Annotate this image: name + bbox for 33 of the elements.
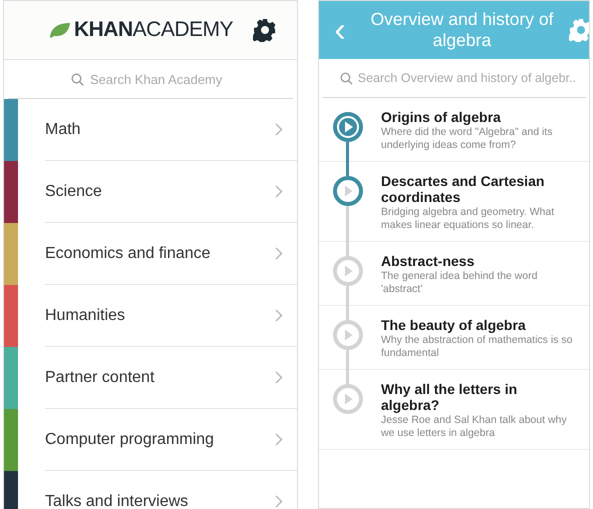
subject-item[interactable]: Computer programming [45,409,297,471]
search-field[interactable]: Search Khan Academy [90,72,230,86]
video-title[interactable]: Descartes and Cartesian coordinates [381,173,573,205]
topic-title: Overview and history of algebra [370,9,554,51]
search-icon [71,72,84,86]
chevron-right-icon [275,185,283,198]
chevron-right-icon [275,247,283,260]
subject-item[interactable]: Talks and interviews [45,471,297,509]
chevron-right-icon [275,309,283,322]
video-description: Why the abstraction of mathematics is so fundamental [381,334,573,360]
video-title[interactable]: Origins of algebra [381,109,573,125]
video-title[interactable]: Why all the letters in algebra? [381,381,573,413]
chevron-right-icon [275,495,283,508]
video-title[interactable]: The beauty of algebra [381,317,573,333]
video-description: Where did the word "Algebra" and its underlying ideas come from? [381,126,554,152]
search-icon [340,72,353,84]
play-icon[interactable] [333,176,363,206]
subject-item[interactable]: Humanities [45,285,297,347]
logo: KHANACADEMY [48,18,233,42]
chevron-right-icon [275,371,283,384]
video-title[interactable]: Abstract-ness [381,253,573,269]
search-field[interactable]: Search Overview and history of algebr.. [358,71,586,85]
subject-item[interactable]: Science [45,161,297,223]
settings-icon[interactable] [253,18,277,42]
video-description: Bridging algebra and geometry. What makes linear equations so linear. [381,206,556,232]
chevron-right-icon [275,433,283,446]
video-description: Jesse Roe and Sal Khan talk about why we use letters in algebra [381,414,568,440]
play-icon[interactable] [333,112,363,142]
subject-item[interactable]: Economics and finance [45,223,297,285]
subject-item[interactable]: Math [45,99,297,161]
subject-item[interactable]: Partner content [45,347,297,409]
chevron-right-icon [275,123,283,136]
video-description: The general idea behind the word 'abstract' [381,270,538,296]
